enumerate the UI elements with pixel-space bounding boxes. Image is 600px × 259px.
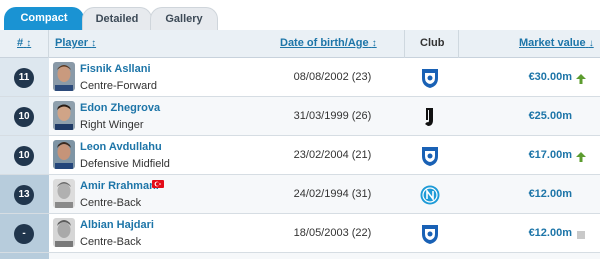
- number-cell: 13: [0, 175, 49, 213]
- column-market-value-header[interactable]: Market value ↓: [519, 30, 594, 57]
- tab-detailed[interactable]: Detailed: [82, 7, 152, 30]
- date-of-birth: 24/02/1994 (31): [293, 188, 372, 200]
- sort-icon: ↕: [371, 38, 377, 49]
- up-arrow-icon: [576, 149, 586, 162]
- column-player-header[interactable]: Player ↕: [55, 30, 96, 57]
- up-arrow-icon: [576, 71, 586, 84]
- turkey-flag-icon: [152, 180, 164, 188]
- column-number-header[interactable]: # ↕: [17, 30, 31, 57]
- market-value-link[interactable]: €25.00m: [529, 97, 572, 135]
- sort-icon: ↕: [26, 38, 32, 49]
- shirt-number-badge: 11: [14, 68, 34, 88]
- table-row[interactable]: - Albian Hajdari Centre-Back 18/05/2003 …: [0, 214, 600, 253]
- market-value-link[interactable]: €12.00m: [529, 175, 572, 213]
- player-photo[interactable]: [53, 179, 75, 208]
- table-row[interactable]: 11 Fisnik Asllani Centre-Forward 08/08/2…: [0, 58, 600, 97]
- player-position: Defensive Midfield: [80, 158, 170, 170]
- date-of-birth: 18/05/2003 (22): [293, 227, 372, 239]
- player-position: Centre-Back: [80, 197, 142, 209]
- hoffenheim-crest-icon[interactable]: [418, 145, 442, 167]
- hoffenheim-crest-icon[interactable]: [418, 67, 442, 89]
- player-photo[interactable]: [53, 218, 75, 247]
- number-cell: 10: [0, 136, 49, 174]
- market-value-link[interactable]: €12.00m: [529, 214, 572, 252]
- market-value-link[interactable]: €30.00m: [529, 58, 572, 96]
- player-photo[interactable]: [53, 140, 75, 169]
- table-row[interactable]: 13 Amir Rrahmani Centre-Back 24/02/1994 …: [0, 175, 600, 214]
- juventus-crest-icon[interactable]: [418, 106, 442, 128]
- shirt-number-badge: -: [14, 224, 34, 244]
- player-name-link[interactable]: Albian Hajdari: [80, 219, 154, 231]
- player-photo[interactable]: [53, 62, 75, 91]
- column-club-header: Club: [420, 37, 445, 49]
- date-of-birth: 08/08/2002 (23): [293, 71, 372, 83]
- table-header: # ↕ Player ↕ Date of birth/Age ↕ Club Ma…: [0, 30, 600, 58]
- table-row[interactable]: [0, 253, 600, 259]
- view-tabs: Compact Detailed Gallery: [0, 0, 600, 30]
- market-value-link[interactable]: €17.00m: [529, 136, 572, 174]
- number-cell: [0, 253, 49, 259]
- player-name-link[interactable]: Leon Avdullahu: [80, 141, 162, 153]
- squad-table-widget: Compact Detailed Gallery # ↕ Player ↕ Da…: [0, 0, 600, 259]
- date-of-birth: 23/02/2004 (21): [293, 149, 372, 161]
- number-cell: 10: [0, 97, 49, 135]
- player-name-link[interactable]: Amir Rrahmani: [80, 180, 159, 192]
- tab-gallery[interactable]: Gallery: [150, 7, 218, 30]
- player-name-link[interactable]: Fisnik Asllani: [80, 63, 151, 75]
- number-cell: -: [0, 214, 49, 252]
- player-position: Centre-Back: [80, 236, 142, 248]
- unchanged-square-icon: [576, 227, 586, 239]
- sort-desc-icon: ↓: [588, 38, 594, 49]
- player-photo[interactable]: [53, 101, 75, 130]
- player-position: Centre-Forward: [80, 80, 158, 92]
- date-of-birth: 31/03/1999 (26): [293, 110, 372, 122]
- hoffenheim-crest-icon[interactable]: [418, 223, 442, 245]
- tab-compact[interactable]: Compact: [4, 7, 84, 30]
- table-row[interactable]: 10 Edon Zhegrova Right Winger 31/03/1999…: [0, 97, 600, 136]
- napoli-crest-icon[interactable]: [418, 184, 442, 206]
- table-row[interactable]: 10 Leon Avdullahu Defensive Midfield 23/…: [0, 136, 600, 175]
- player-position: Right Winger: [80, 119, 144, 131]
- shirt-number-badge: 13: [14, 185, 34, 205]
- shirt-number-badge: 10: [14, 146, 34, 166]
- number-cell: 11: [0, 58, 49, 96]
- player-name-link[interactable]: Edon Zhegrova: [80, 102, 160, 114]
- column-dob-header[interactable]: Date of birth/Age ↕: [280, 30, 377, 57]
- sort-icon: ↕: [91, 38, 97, 49]
- shirt-number-badge: 10: [14, 107, 34, 127]
